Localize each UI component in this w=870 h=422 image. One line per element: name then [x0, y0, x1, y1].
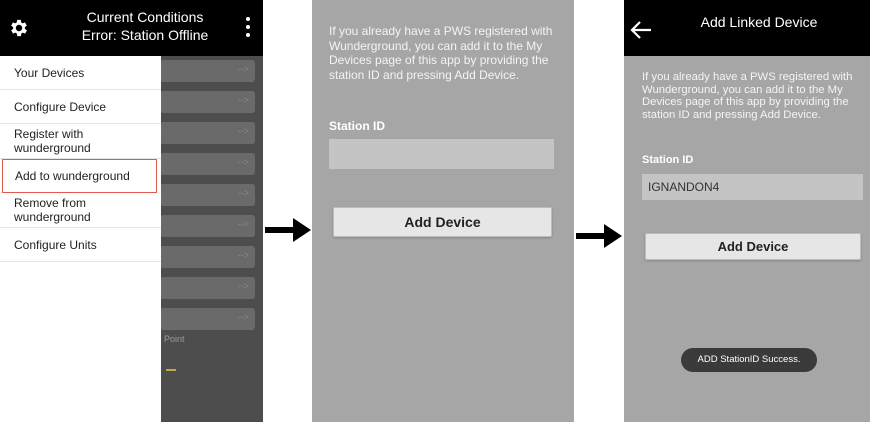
station-id-input[interactable]: IGNANDON4	[642, 174, 863, 200]
menu-item-label: Remove from wunderground	[14, 196, 91, 224]
background-point-label: Point	[164, 334, 185, 344]
row-arrow: -->	[237, 188, 249, 198]
add-device-button[interactable]: Add Device	[333, 207, 552, 237]
menu-item-label: Configure Device	[14, 99, 107, 114]
success-toast: ADD StationID Success.	[681, 348, 817, 372]
background-row: -->	[160, 60, 255, 82]
add-linked-device-screen: Add Linked Device If you already have a …	[624, 0, 870, 422]
background-row: -->	[160, 246, 255, 268]
instructions-text: If you already have a PWS registered wit…	[329, 24, 553, 82]
navigation-drawer: Your Devices Configure Device Register w…	[0, 56, 161, 422]
add-device-screen-empty: If you already have a PWS registered wit…	[312, 0, 574, 422]
row-arrow: -->	[237, 219, 249, 229]
row-arrow: -->	[237, 126, 249, 136]
background-accent	[166, 369, 176, 371]
gear-icon[interactable]	[8, 17, 30, 39]
menu-item-label: Add to wunderground	[15, 169, 130, 183]
drawer-screen: --> --> --> --> --> --> --> --> --> Poin…	[0, 0, 263, 422]
background-row: -->	[160, 122, 255, 144]
add-device-button[interactable]: Add Device	[645, 233, 861, 260]
station-id-input[interactable]	[329, 139, 554, 169]
background-row: -->	[160, 277, 255, 299]
row-arrow: -->	[237, 157, 249, 167]
menu-item-configure-device[interactable]: Configure Device	[0, 90, 161, 124]
menu-item-add-to-wunderground[interactable]: Add to wunderground	[2, 159, 157, 193]
station-id-label: Station ID	[642, 154, 694, 166]
background-list: --> --> --> --> --> --> --> --> -->	[160, 60, 263, 339]
row-arrow: -->	[237, 312, 249, 322]
background-row: -->	[160, 215, 255, 237]
menu-item-remove-from-wunderground[interactable]: Remove from wunderground	[0, 193, 161, 228]
menu-item-label: Your Devices	[14, 65, 85, 80]
app-header: Add Linked Device	[624, 0, 870, 56]
header-title: Current Conditions Error: Station Offlin…	[60, 8, 230, 44]
background-row: -->	[160, 91, 255, 113]
screenshot-stage: --> --> --> --> --> --> --> --> --> Poin…	[0, 0, 870, 422]
row-arrow: -->	[237, 95, 249, 105]
flow-arrow-icon	[265, 218, 311, 242]
menu-item-label: Register with wunderground	[14, 127, 91, 155]
background-row: -->	[160, 153, 255, 175]
back-arrow-icon[interactable]	[630, 20, 652, 40]
header-title-line1: Current Conditions	[86, 9, 204, 25]
row-arrow: -->	[237, 281, 249, 291]
header-title-line2: Error: Station Offline	[81, 27, 209, 43]
header-title: Add Linked Device	[700, 14, 818, 30]
app-header: Current Conditions Error: Station Offlin…	[0, 0, 263, 56]
kebab-menu-icon[interactable]	[245, 17, 251, 39]
row-arrow: -->	[237, 64, 249, 74]
background-row: -->	[160, 184, 255, 206]
flow-arrow-icon	[576, 224, 622, 248]
menu-item-configure-units[interactable]: Configure Units	[0, 228, 161, 262]
menu-item-your-devices[interactable]: Your Devices	[0, 56, 161, 90]
instructions-text: If you already have a PWS registered wit…	[642, 71, 853, 121]
station-id-label: Station ID	[329, 119, 385, 133]
background-row: -->	[160, 308, 255, 330]
row-arrow: -->	[237, 250, 249, 260]
menu-item-register-wunderground[interactable]: Register with wunderground	[0, 124, 161, 159]
menu-item-label: Configure Units	[14, 237, 97, 252]
